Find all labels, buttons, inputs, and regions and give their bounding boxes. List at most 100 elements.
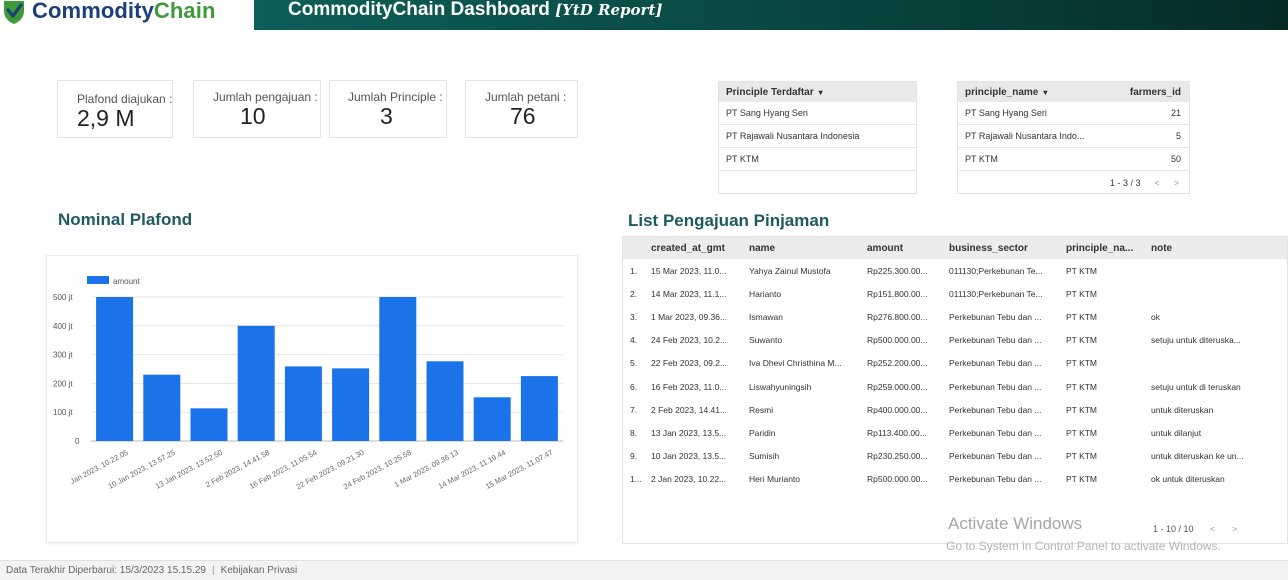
privacy-policy-link[interactable]: Kebijakan Privasi bbox=[221, 565, 298, 576]
table-cell-name: Liswahyuningsih bbox=[749, 381, 812, 392]
table-row[interactable]: PT Sang Hyang Seri 21 bbox=[958, 102, 1189, 125]
table-row[interactable]: 4. 24 Feb 2023, 10.2... Suwanto Rp500.000.0… bbox=[623, 329, 1287, 352]
chevron-right-icon[interactable]: > bbox=[1174, 178, 1179, 188]
y-tick-label: 200 jt bbox=[53, 379, 73, 388]
legend-swatch bbox=[87, 276, 109, 284]
table-cell-date: 24 Feb 2023, 10.2... bbox=[651, 335, 728, 346]
bar bbox=[190, 408, 228, 441]
footer-separator: | bbox=[211, 565, 215, 576]
table-cell-amount: Rp113.400.00... bbox=[867, 427, 927, 438]
page-title-main: CommodityChain Dashboard bbox=[288, 0, 556, 20]
table-cell-idx: 6. bbox=[630, 381, 638, 392]
table-cell-idx: 1. bbox=[630, 265, 638, 276]
table-cell-idx: 2. bbox=[630, 288, 638, 299]
table-cell-principle: PT KTM bbox=[1066, 311, 1098, 322]
sort-down-icon[interactable]: ▾ bbox=[819, 88, 823, 97]
loan-list-pagination: 1 - 10 / 10 < > bbox=[1153, 524, 1237, 534]
bar bbox=[143, 374, 181, 441]
table-cell-name: Paridin bbox=[749, 427, 776, 438]
kpi-card-jumlah-petani: Jumlah petani : 76 bbox=[465, 80, 578, 138]
logo[interactable]: CommodityChain bbox=[0, 0, 254, 30]
table-row[interactable]: 2. 14 Mar 2023, 11.1... Harianto Rp151.800.… bbox=[623, 282, 1287, 305]
table-cell-date: 2 Feb 2023, 14.41... bbox=[651, 404, 728, 415]
page-title-suffix: [YtD Report] bbox=[555, 1, 663, 19]
table-row[interactable]: 6. 16 Feb 2023, 11.0... Liswahyuningsih Rp2… bbox=[623, 375, 1287, 398]
table-cell-idx: 3. bbox=[630, 311, 638, 322]
table-row[interactable]: 1... 2 Jan 2023, 10.22... Heri Murianto Rp5… bbox=[623, 468, 1287, 491]
table-row[interactable]: PT KTM 50 bbox=[958, 148, 1189, 171]
table-row[interactable]: 5. 22 Feb 2023, 09.2... Iva Dhevi Christhi… bbox=[623, 352, 1287, 375]
table-row[interactable]: PT KTM bbox=[719, 148, 916, 171]
table-cell-sector: Perkebunan Tebu dan ... bbox=[949, 381, 1042, 392]
table-row[interactable]: 1. 15 Mar 2023, 11.0... Yahya Zainul Musto… bbox=[623, 259, 1287, 282]
table-cell-amount: Rp230.250.00... bbox=[867, 451, 928, 462]
column-header-note[interactable]: note bbox=[1151, 243, 1281, 254]
table-cell-sector: Perkebunan Tebu dan ... bbox=[949, 404, 1042, 415]
table-cell-principle: PT KTM bbox=[1066, 265, 1098, 276]
table-cell-principle: PT KTM bbox=[1066, 451, 1098, 462]
table-cell-amount: Rp225.300.00... bbox=[867, 265, 928, 276]
last-updated-text: Data Terakhir Diperbarui: 15/3/2023 15.1… bbox=[6, 565, 206, 576]
loan-list-header: created_at_gmt name amount business_sect… bbox=[623, 237, 1287, 259]
table-cell-amount: Rp252.200.00... bbox=[867, 358, 928, 369]
table-cell-sector: Perkebunan Tebu dan ... bbox=[949, 474, 1042, 485]
column-header-principle[interactable]: principle_na... bbox=[1066, 243, 1151, 254]
y-tick-label: 400 jt bbox=[53, 322, 73, 331]
table-cell-note: ok bbox=[1151, 311, 1160, 322]
table-row[interactable]: PT Sang Hyang Seri bbox=[719, 102, 916, 125]
pagination: 1 - 3 / 3 < > bbox=[958, 171, 1189, 194]
table-cell-date: 2 Jan 2023, 10.22... bbox=[651, 474, 727, 485]
table-cell-idx: 9. bbox=[630, 451, 638, 462]
table-cell-principle: PT KTM bbox=[1066, 288, 1098, 299]
table-cell-name: Heri Murianto bbox=[749, 474, 801, 485]
table-row[interactable]: 7. 2 Feb 2023, 14.41... Resmi Rp400.000.00.… bbox=[623, 398, 1287, 421]
chevron-left-icon[interactable]: < bbox=[1210, 524, 1215, 534]
table-cell-sector: 011130;Perkebunan Te... bbox=[949, 288, 1043, 299]
table-cell-date: 10 Jan 2023, 13.5... bbox=[651, 451, 727, 462]
principle-table-header-label: Principle Terdaftar bbox=[726, 86, 814, 98]
pagination-label: 1 - 10 / 10 bbox=[1153, 524, 1194, 534]
table-cell-amount: Rp400.000.00... bbox=[867, 404, 928, 415]
table-cell-name: Resmi bbox=[749, 404, 774, 415]
table-row[interactable]: 9. 10 Jan 2023, 13.5... Sumisih Rp230.250.0… bbox=[623, 445, 1287, 468]
chevron-right-icon[interactable]: > bbox=[1232, 524, 1237, 534]
kpi-card-jumlah-pengajuan: Jumlah pengajuan : 10 bbox=[193, 80, 321, 138]
sort-down-icon[interactable]: ▾ bbox=[1043, 88, 1047, 97]
title-bar: CommodityChain Dashboard [YtD Report] bbox=[254, 0, 1288, 30]
table-row[interactable]: PT Rajawali Nusantara Indo... 5 bbox=[958, 125, 1189, 148]
column-header-farmers-id[interactable]: farmers_id bbox=[1130, 87, 1189, 98]
column-header-business-sector[interactable]: business_sector bbox=[949, 243, 1066, 254]
column-header-created-at[interactable]: created_at_gmt bbox=[651, 243, 749, 254]
table-cell-note: untuk diteruskan bbox=[1151, 404, 1214, 415]
table-cell: PT Sang Hyang Seri bbox=[726, 108, 808, 118]
table-row[interactable]: 3. 1 Mar 2023, 09.36... Ismawan Rp276.800.0… bbox=[623, 305, 1287, 328]
kpi-label: Jumlah Principle : bbox=[348, 90, 443, 104]
nominal-plafond-chart: amount 0 100 jt 200 jt 300 jt 400 jt 500 jt Jan… bbox=[46, 255, 578, 543]
page-title: CommodityChain Dashboard [YtD Report] bbox=[288, 0, 662, 21]
table-cell-date: 16 Feb 2023, 11.0... bbox=[651, 381, 727, 392]
table-cell-date: 1 Mar 2023, 09.36... bbox=[651, 311, 728, 322]
logo-text: CommodityChain bbox=[32, 0, 216, 24]
table-cell-note: setuju untuk di teruskan bbox=[1151, 381, 1241, 392]
table-cell-idx: 8. bbox=[630, 427, 638, 438]
table-cell: PT Rajawali Nusantara Indo... bbox=[965, 131, 1085, 141]
bar bbox=[473, 397, 511, 441]
table-cell-sector: Perkebunan Tebu dan ... bbox=[949, 335, 1042, 346]
table-cell-name: Sumisih bbox=[749, 451, 780, 462]
table-row[interactable]: 8. 13 Jan 2023, 13.5... Paridin Rp113.400.0… bbox=[623, 421, 1287, 444]
bar bbox=[332, 368, 370, 441]
list-section-title: List Pengajuan Pinjaman bbox=[628, 211, 830, 230]
column-header-amount[interactable]: amount bbox=[867, 243, 949, 254]
table-cell-principle: PT KTM bbox=[1066, 358, 1098, 369]
bar-chart: amount0100 jt200 jt300 jt400 jt500 jtJan… bbox=[53, 276, 563, 491]
activation-watermark-text: Go to System in Control Panel to activat… bbox=[946, 539, 1221, 553]
principle-table-header[interactable]: Principle Terdaftar ▾ bbox=[719, 82, 916, 102]
column-header-name[interactable]: name bbox=[749, 243, 867, 254]
table-row[interactable]: PT Rajawali Nusantara Indonesia bbox=[719, 125, 916, 148]
loan-list-body: 1. 15 Mar 2023, 11.0... Yahya Zainul Musto… bbox=[623, 259, 1287, 491]
chevron-left-icon[interactable]: < bbox=[1154, 178, 1159, 188]
column-header-principle-name[interactable]: principle_name bbox=[965, 87, 1038, 98]
table-cell-principle: PT KTM bbox=[1066, 427, 1098, 438]
table-cell-idx: 7. bbox=[630, 404, 638, 415]
principle-table: Principle Terdaftar ▾ PT Sang Hyang Seri… bbox=[718, 81, 917, 194]
